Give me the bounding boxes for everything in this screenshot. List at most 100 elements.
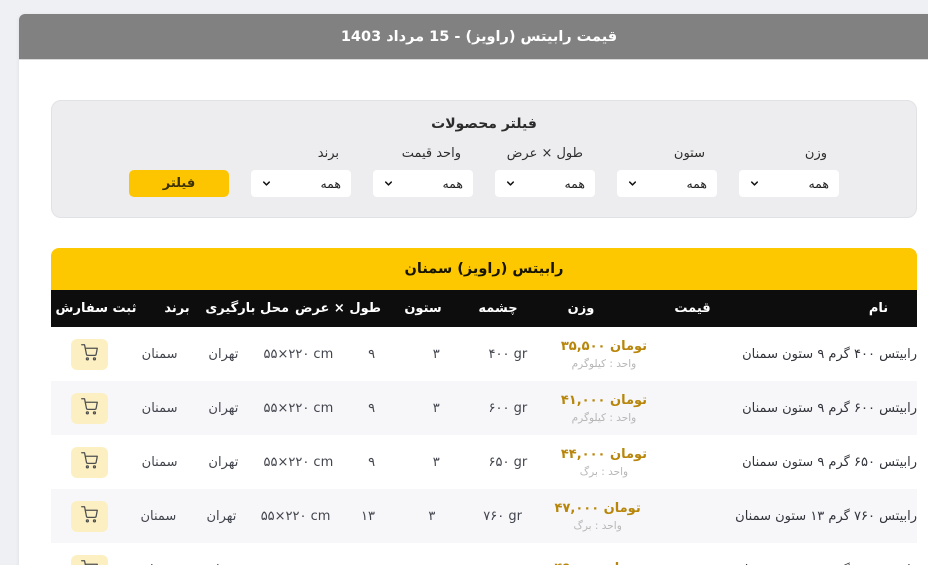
filter-group-columns: ستون همه xyxy=(617,146,717,197)
filter-group-brand: برند همه xyxy=(251,146,351,197)
mesh-value: ۳ xyxy=(403,401,470,416)
column-header-mesh: چشمه xyxy=(459,301,537,316)
brand-value: سمنان xyxy=(129,455,191,470)
brand-filter-select[interactable]: همه xyxy=(251,170,351,197)
weight-filter-select[interactable]: همه xyxy=(739,170,839,197)
columns-value: ۹ xyxy=(341,401,403,416)
mesh-value: ۳ xyxy=(403,347,470,362)
column-header-brand: برند xyxy=(141,301,213,316)
add-to-cart-button[interactable] xyxy=(71,339,108,370)
cart-icon xyxy=(81,452,98,472)
loading-place-value: تهران xyxy=(189,509,254,524)
cart-icon xyxy=(81,560,98,565)
column-header-columns: ستون xyxy=(387,301,459,316)
columns-value: ۱۳ xyxy=(337,509,398,524)
price-table: رابیتس (راویز) سمنان نام قیمت وزن چشمه س… xyxy=(51,248,917,565)
order-cell xyxy=(51,501,128,532)
weight-value: ۶۵۰ gr xyxy=(470,455,546,470)
cart-icon xyxy=(81,398,98,418)
page-title: قیمت رابیتس (راویز) - 15 مرداد 1403 xyxy=(341,29,617,45)
page-content: فیلتر محصولات وزن همه ستون همه xyxy=(19,60,928,565)
dimensions-value: ۵۵×۲۲۰ cm xyxy=(256,455,340,470)
order-cell xyxy=(51,393,129,424)
cart-icon xyxy=(81,506,98,526)
dimensions-value: ۵۵×۲۲۰ cm xyxy=(256,401,340,416)
column-header-loading-place: محل بارگیری xyxy=(213,301,289,316)
chevron-down-icon xyxy=(505,178,516,189)
brand-value: سمنان xyxy=(129,401,191,416)
price-unit: واحد : برگ xyxy=(546,466,662,478)
select-value: همه xyxy=(808,176,829,191)
chevron-down-icon xyxy=(627,178,638,189)
weight-value: ۷۶۰ gr xyxy=(465,509,540,524)
filter-row: وزن همه ستون همه xyxy=(52,146,916,197)
product-name: رابیتس ۶۵۰ گرم ۹ ستون سمنان xyxy=(662,455,917,470)
page-titlebar: قیمت رابیتس (راویز) - 15 مرداد 1403 xyxy=(19,14,928,60)
filter-label: وزن xyxy=(739,146,839,170)
column-header-dimensions: طول × عرض xyxy=(289,301,387,316)
select-value: همه xyxy=(564,176,585,191)
price-value: ۴۱,۰۰۰ تومان xyxy=(546,393,662,408)
dimensions-value: ۵۵×۲۲۰ cm xyxy=(256,347,340,362)
loading-place-value: تهران xyxy=(191,347,257,362)
add-to-cart-button[interactable] xyxy=(71,555,108,565)
table-row: رابیتس ۴۰۰ گرم ۹ ستون سمنان ۳۵,۵۰۰ تومان… xyxy=(51,327,917,381)
add-to-cart-button[interactable] xyxy=(71,447,108,478)
price-cell: ۳۵,۵۰۰ تومان واحد : کیلوگرم xyxy=(546,339,662,370)
price-cell: ۴۱,۰۰۰ تومان واحد : کیلوگرم xyxy=(546,393,662,424)
price-unit-filter-select[interactable]: همه xyxy=(373,170,473,197)
loading-place-value: تهران xyxy=(191,401,257,416)
table-row: رابیتس ۶۰۰ گرم ۹ ستون سمنان ۴۱,۰۰۰ تومان… xyxy=(51,381,917,435)
brand-value: سمنان xyxy=(129,347,191,362)
order-cell xyxy=(51,339,129,370)
product-name: رابیتس ۴۰۰ گرم ۹ ستون سمنان xyxy=(662,347,917,362)
order-cell xyxy=(51,447,129,478)
price-cell: ۴۹,۰۰۰ تومان xyxy=(540,561,655,565)
price-unit: واحد : کیلوگرم xyxy=(546,358,662,370)
filter-panel-title: فیلتر محصولات xyxy=(52,116,916,132)
columns-value: ۹ xyxy=(341,347,403,362)
weight-value: ۴۰۰ gr xyxy=(470,347,546,362)
columns-filter-select[interactable]: همه xyxy=(617,170,717,197)
column-header-name: نام xyxy=(760,301,917,316)
table-row: رابیتس ۷۷۰ گرم ۱۱ ستون سمنان ۴۹,۰۰۰ توما… xyxy=(51,543,917,565)
chevron-down-icon xyxy=(383,178,394,189)
chevron-down-icon xyxy=(749,178,760,189)
chevron-down-icon xyxy=(261,178,272,189)
product-name: رابیتس ۶۰۰ گرم ۹ ستون سمنان xyxy=(662,401,917,416)
price-value: ۴۹,۰۰۰ تومان xyxy=(540,561,655,565)
column-header-price: قیمت xyxy=(625,301,760,316)
price-cell: ۴۴,۰۰۰ تومان واحد : برگ xyxy=(546,447,662,478)
column-header-order: ثبت سفارش xyxy=(51,301,141,316)
mesh-value: ۳ xyxy=(403,455,470,470)
filter-submit-button[interactable]: فیلتر xyxy=(129,170,229,197)
select-value: همه xyxy=(442,176,463,191)
mesh-value: ۳ xyxy=(399,509,465,524)
weight-value: ۶۰۰ gr xyxy=(470,401,546,416)
filter-group-dimensions: طول × عرض همه xyxy=(495,146,595,197)
price-value: ۳۵,۵۰۰ تومان xyxy=(546,339,662,354)
price-value: ۴۴,۰۰۰ تومان xyxy=(546,447,662,462)
price-unit: واحد : برگ xyxy=(540,520,655,532)
loading-place-value: تهران xyxy=(191,455,257,470)
filter-group-weight: وزن همه xyxy=(739,146,839,197)
main-card: قیمت رابیتس (راویز) - 15 مرداد 1403 فیلت… xyxy=(19,14,928,565)
select-value: همه xyxy=(686,176,707,191)
filter-group-price-unit: واحد قیمت همه xyxy=(373,146,473,197)
filter-label: ستون xyxy=(617,146,717,170)
table-header-row: نام قیمت وزن چشمه ستون طول × عرض محل بار… xyxy=(51,290,917,327)
price-cell: ۴۷,۰۰۰ تومان واحد : برگ xyxy=(540,501,655,532)
cart-icon xyxy=(81,344,98,364)
columns-value: ۹ xyxy=(341,455,403,470)
add-to-cart-button[interactable] xyxy=(71,393,108,424)
price-value: ۴۷,۰۰۰ تومان xyxy=(540,501,655,516)
filter-label: برند xyxy=(251,146,351,170)
dimensions-value: ۵۵×۲۲۰ cm xyxy=(254,509,338,524)
filter-panel: فیلتر محصولات وزن همه ستون همه xyxy=(51,100,917,218)
order-cell xyxy=(51,555,128,565)
dimensions-filter-select[interactable]: همه xyxy=(495,170,595,197)
add-to-cart-button[interactable] xyxy=(71,501,108,532)
product-name: رابیتس ۷۶۰ گرم ۱۳ ستون سمنان xyxy=(655,509,917,524)
filter-label: واحد قیمت xyxy=(373,146,473,170)
table-banner: رابیتس (راویز) سمنان xyxy=(51,248,917,290)
